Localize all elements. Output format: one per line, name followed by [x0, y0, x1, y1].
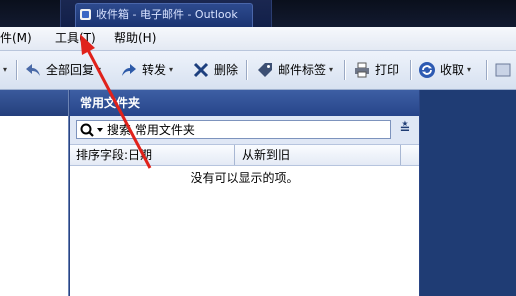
delete-button[interactable]: 删除 [192, 60, 238, 80]
chevron-down-icon: ▾ [97, 65, 102, 74]
toolbar-separator [16, 60, 18, 80]
sort-by-field[interactable]: 排序字段:日期 [76, 147, 152, 163]
search-placeholder: 搜索 常用文件夹 [107, 123, 195, 137]
reply-all-icon [24, 61, 42, 79]
sort-order[interactable]: 从新到旧 [242, 147, 290, 163]
print-label: 打印 [375, 63, 400, 77]
pane-title: 常用文件夹 [70, 90, 419, 116]
sync-icon [418, 61, 436, 79]
toolbar-separator [344, 60, 346, 80]
forward-label: 转发 [142, 63, 167, 77]
reply-dropdown-caret[interactable]: ▾ [0, 60, 7, 80]
favorite-folders-pane: 常用文件夹 搜索 常用文件夹 ≛ 排序字段:日期 从新到旧 没有可以显示的项。 [69, 90, 421, 296]
search-bar: 搜索 常用文件夹 ≛ [70, 116, 419, 145]
toolbar-separator [410, 60, 412, 80]
toolbar-separator [246, 60, 248, 80]
menu-item-file[interactable]: 件(M) [0, 31, 32, 46]
menu-item-tools[interactable]: 工具(T) [55, 31, 96, 46]
menu-bar: 件(M) 工具(T) 帮助(H) [0, 27, 516, 51]
overflow-icon [494, 61, 512, 79]
search-input[interactable]: 搜索 常用文件夹 [76, 120, 391, 139]
tab-strip: 收件箱 - 电子邮件 - Outlook [60, 0, 272, 27]
search-icon[interactable] [79, 122, 107, 138]
navigation-pane-header [0, 90, 68, 116]
tag-icon [256, 61, 274, 79]
window-tab[interactable]: 收件箱 - 电子邮件 - Outlook [75, 3, 253, 27]
mail-tag-label: 邮件标签 [278, 63, 327, 77]
column-divider [400, 145, 401, 165]
menu-item-help[interactable]: 帮助(H) [114, 31, 156, 46]
forward-icon [120, 61, 138, 79]
empty-list-message: 没有可以显示的项。 [190, 171, 299, 185]
column-divider [234, 145, 235, 165]
toolbar: ▾ 全部回复 ▾ 转发 ▾ 删除 邮件标签 ▾ 打印 收取 ▾ [0, 51, 516, 90]
sort-header: 排序字段:日期 从新到旧 [70, 145, 419, 166]
toolbar-overflow-button[interactable] [494, 60, 516, 80]
outlook-icon [80, 9, 91, 20]
navigation-pane [0, 90, 69, 296]
double-chevron-down-icon: ≛ [399, 122, 411, 137]
reply-all-label: 全部回复 [46, 63, 95, 77]
forward-button[interactable]: 转发 ▾ [120, 60, 173, 80]
expand-search-button[interactable]: ≛ [396, 121, 414, 139]
chevron-down-icon: ▾ [467, 65, 472, 74]
window-tab-label: 收件箱 - 电子邮件 - Outlook [96, 8, 238, 21]
delete-icon [192, 61, 210, 79]
send-receive-button[interactable]: 收取 ▾ [418, 60, 471, 80]
send-receive-label: 收取 [440, 63, 465, 77]
reply-all-button[interactable]: 全部回复 ▾ [24, 60, 101, 80]
reading-pane [420, 90, 516, 296]
chevron-down-icon: ▾ [329, 65, 334, 74]
printer-icon [353, 61, 371, 79]
chevron-down-icon: ▾ [169, 65, 174, 74]
delete-label: 删除 [214, 63, 239, 77]
toolbar-separator [486, 60, 488, 80]
title-bar: 收件箱 - 电子邮件 - Outlook [0, 0, 516, 27]
mail-tag-button[interactable]: 邮件标签 ▾ [256, 60, 333, 80]
print-button[interactable]: 打印 [353, 60, 399, 80]
